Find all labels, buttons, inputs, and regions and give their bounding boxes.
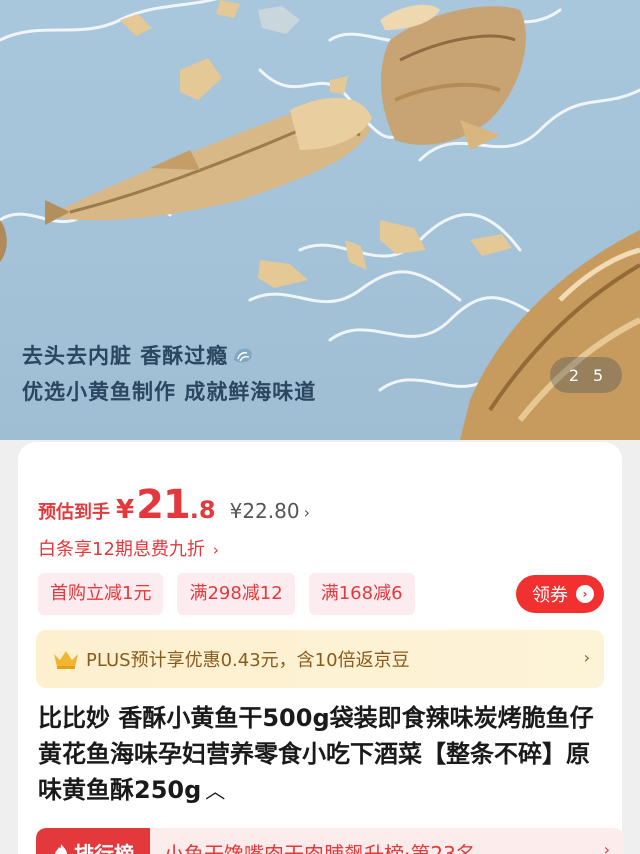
page-current: 2 (568, 365, 579, 385)
collapse-icon[interactable]: ︿ (205, 779, 225, 803)
product-title: 比比妙 香酥小黄鱼干500g袋装即食辣味炭烤脆鱼仔黄花鱼海味孕妇营养零食小吃下酒… (38, 700, 608, 809)
estimated-price-label: 预估到手 (38, 502, 110, 523)
page-total: 5 (593, 365, 604, 385)
coupon-tag[interactable]: 首购立减1元 (38, 573, 164, 615)
get-coupon-label: 领券 (532, 585, 568, 606)
crown-icon (54, 651, 78, 669)
chevron-right-icon: › (603, 840, 610, 854)
arrow-right-icon: › (576, 585, 594, 603)
product-image-carousel[interactable]: 去头去内脏 香酥过瘾 优选小黄鱼制作 成就鲜海味道 2 5 (0, 0, 640, 440)
coupon-tag[interactable]: 满298减12 (177, 573, 295, 615)
ranking-text: 小鱼干馋嘴肉干肉脯飙升榜·第23名 (164, 842, 476, 854)
shell-icon (234, 348, 253, 363)
price-row: 预估到手 ¥ 21 .8 ¥22.80 › (38, 482, 310, 528)
chevron-right-icon: › (212, 541, 219, 559)
ranking-banner[interactable]: 排行榜 小鱼干馋嘴肉干肉脯飙升榜·第23名 › (36, 828, 624, 854)
price-integer: 21 (136, 482, 191, 528)
price-decimal: .8 (189, 496, 216, 524)
original-price-link[interactable]: ¥22.80 › (230, 499, 310, 523)
flame-icon (55, 844, 67, 854)
hero-caption-line2: 优选小黄鱼制作 成就鲜海味道 (22, 380, 317, 404)
carousel-page-indicator: 2 5 (550, 357, 622, 393)
coupon-list: 首购立减1元 满298减12 满168减6 (38, 573, 415, 615)
ranking-badge: 排行榜 (36, 828, 150, 854)
product-title-text: 比比妙 香酥小黄鱼干500g袋装即食辣味炭烤脆鱼仔黄花鱼海味孕妇营养零食小吃下酒… (38, 704, 594, 804)
price-currency: ¥ (116, 495, 135, 525)
ranking-badge-label: 排行榜 (74, 841, 134, 854)
hero-caption: 去头去内脏 香酥过瘾 优选小黄鱼制作 成就鲜海味道 (22, 338, 316, 410)
plus-benefit-text: PLUS预计享优惠0.43元，含10倍返京豆 (86, 650, 410, 671)
product-info-card: 预估到手 ¥ 21 .8 ¥22.80 › 白条享12期息费九折 › 首购立减1元 … (18, 442, 624, 854)
coupon-tag[interactable]: 满168减6 (308, 573, 415, 615)
original-price: ¥22.80 (229, 499, 300, 523)
product-detail-page: 去头去内脏 香酥过瘾 优选小黄鱼制作 成就鲜海味道 2 5 预估到手 ¥ 21 … (0, 0, 640, 854)
hero-caption-line1: 去头去内脏 香酥过瘾 (22, 338, 316, 374)
get-coupon-button[interactable]: 领券 › (516, 575, 604, 613)
installment-text: 白条享12期息费九折 (38, 539, 205, 560)
installment-offer[interactable]: 白条享12期息费九折 › (38, 535, 219, 561)
chevron-right-icon: › (583, 648, 590, 667)
plus-membership-banner[interactable]: PLUS预计享优惠0.43元，含10倍返京豆 › (36, 630, 604, 688)
chevron-right-icon: › (303, 503, 310, 522)
